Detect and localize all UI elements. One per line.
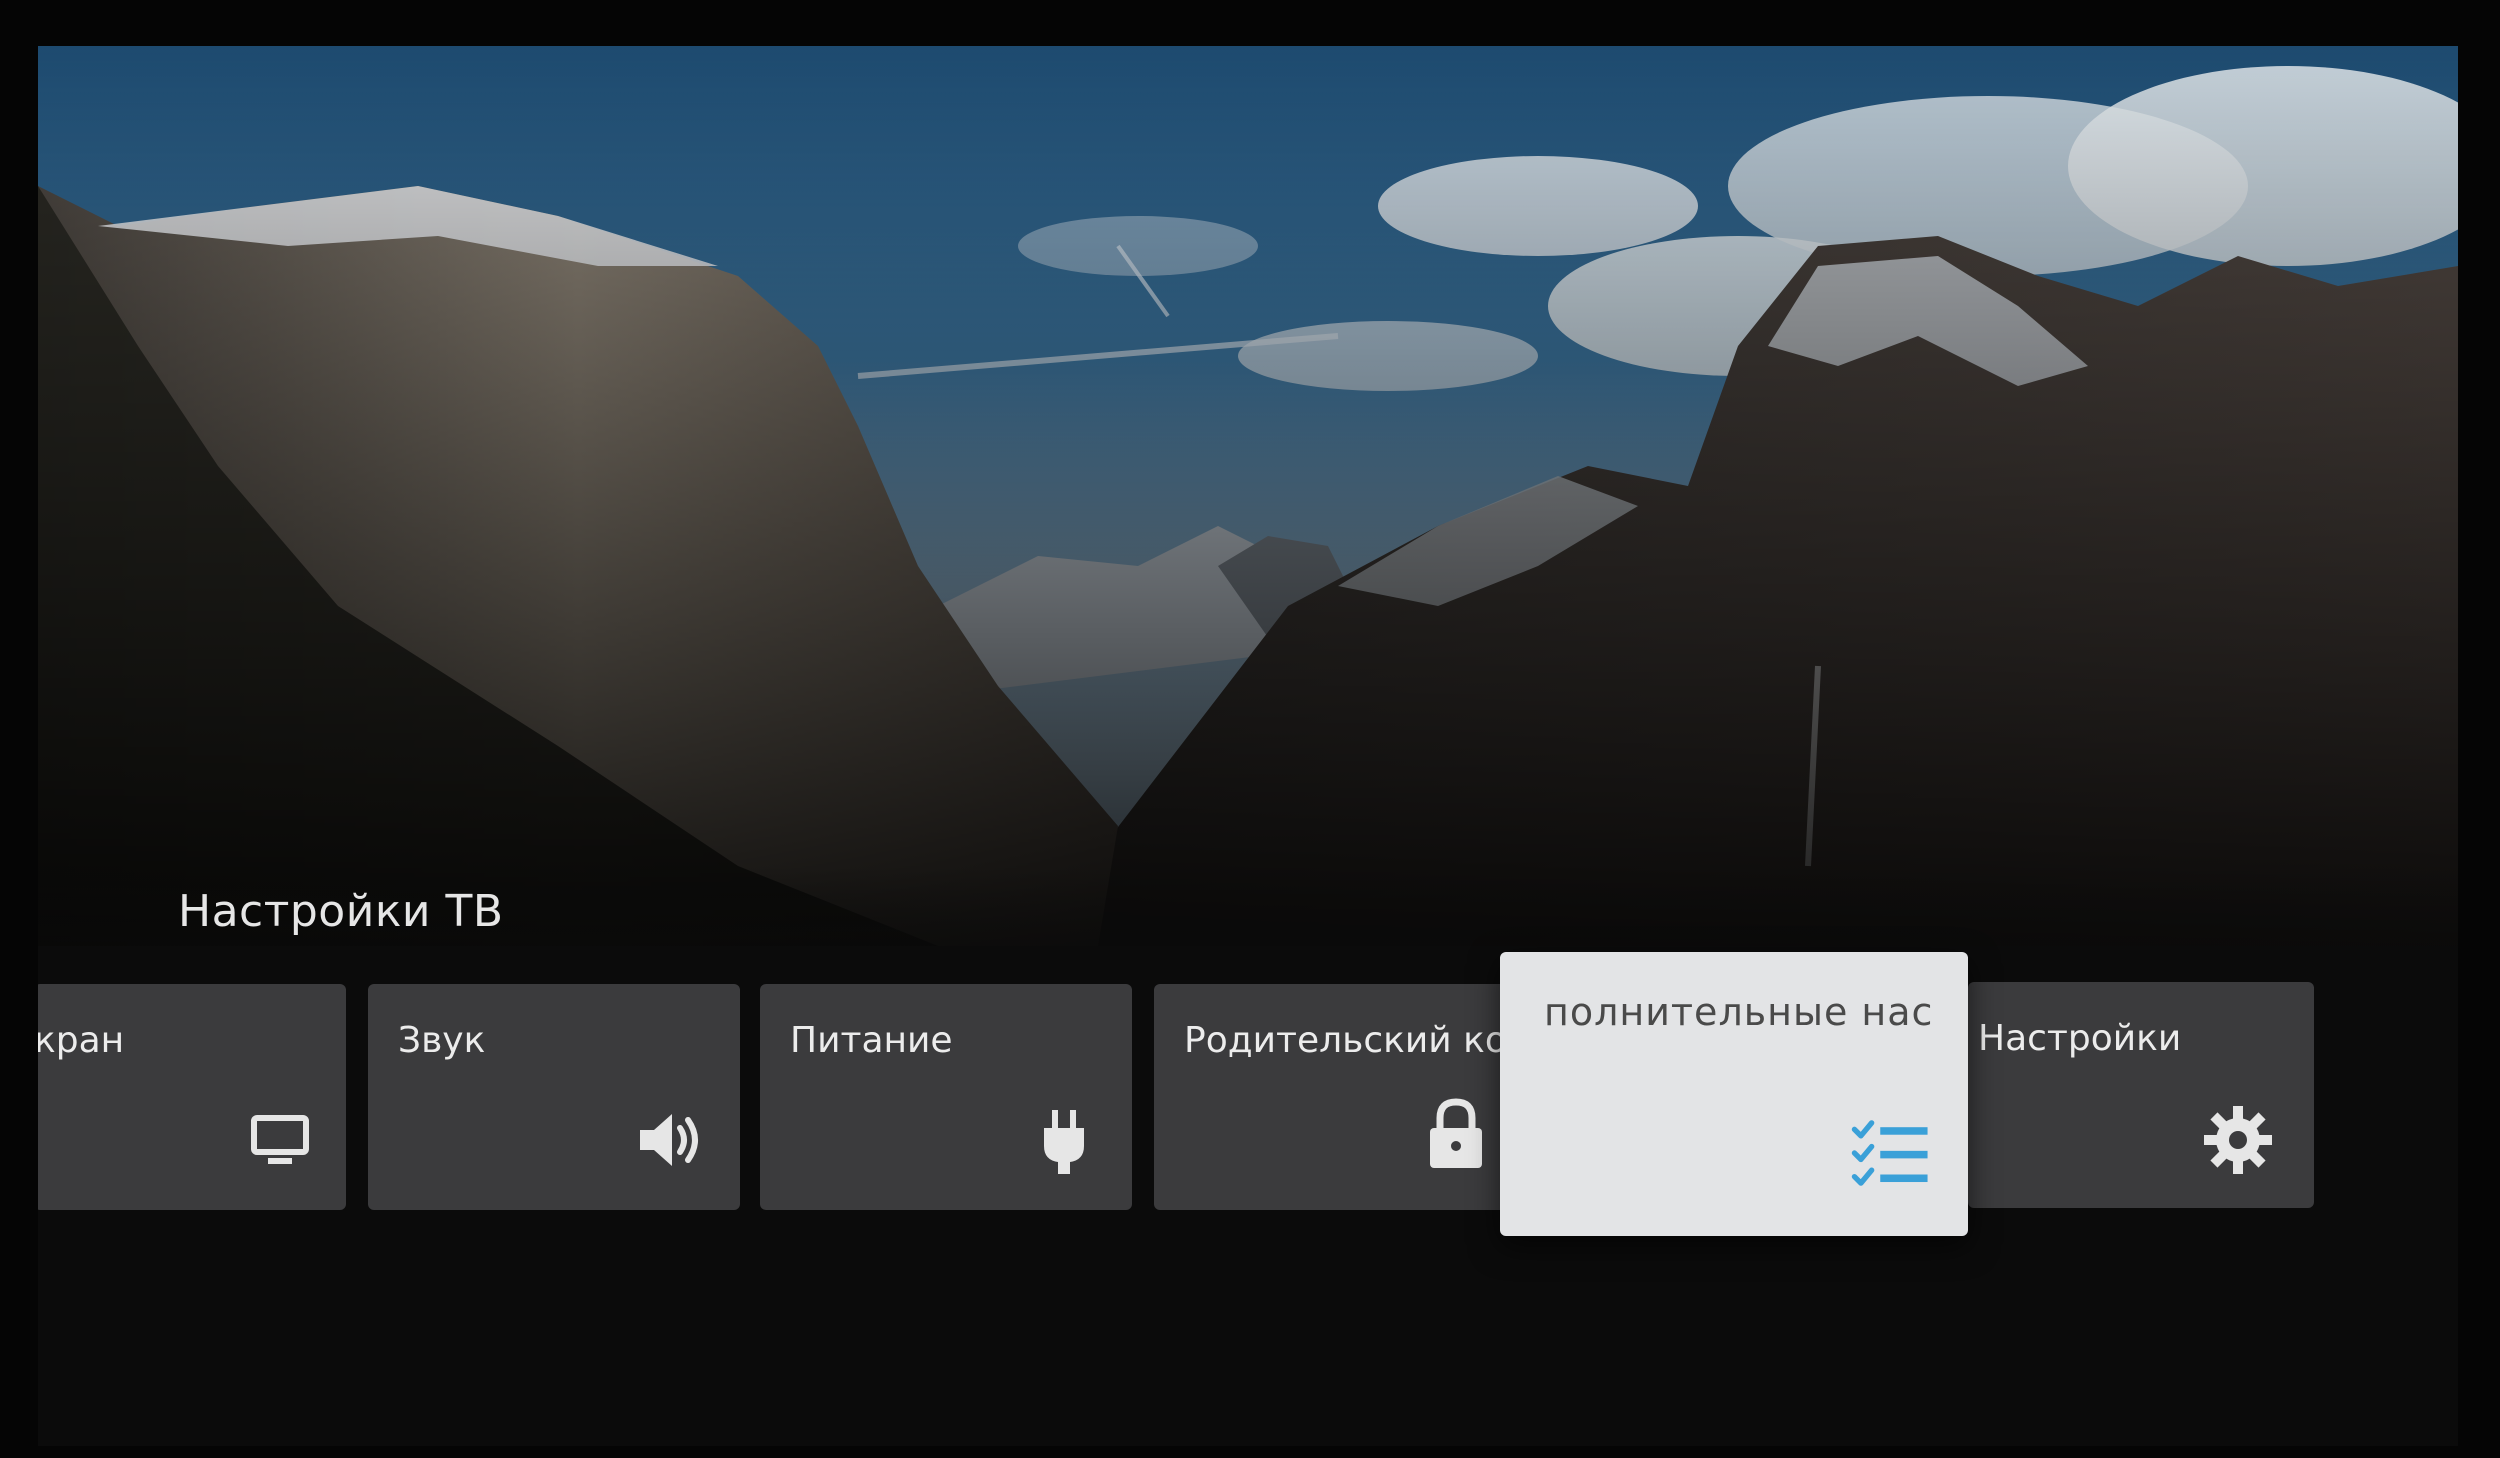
speaker-icon bbox=[640, 1114, 698, 1166]
card-power[interactable]: Питание bbox=[760, 984, 1132, 1210]
card-power-label: Питание bbox=[790, 1020, 953, 1061]
card-additional-settings-label: полнительные нас bbox=[1544, 990, 1934, 1034]
checklist-icon bbox=[1851, 1120, 1928, 1186]
monitor-icon bbox=[251, 1115, 309, 1164]
card-parental-control-label: Родительский ко.. bbox=[1184, 1020, 1526, 1061]
wallpaper-image bbox=[38, 46, 2458, 946]
card-sound[interactable]: Звук bbox=[368, 984, 740, 1210]
card-screen[interactable]: кран bbox=[38, 984, 346, 1210]
card-sound-label: Звук bbox=[398, 1020, 486, 1061]
card-settings-label: Настройки bbox=[1978, 1018, 2182, 1059]
card-settings[interactable]: Настройки bbox=[1968, 982, 2314, 1208]
tv-screen: Настройки ТВ кран Звук Питание Родительс… bbox=[38, 46, 2458, 1446]
card-parental-control[interactable]: Родительский ко.. bbox=[1154, 984, 1526, 1210]
section-title: Настройки ТВ bbox=[178, 886, 504, 937]
card-additional-settings[interactable]: полнительные нас bbox=[1500, 952, 1968, 1236]
gear-icon bbox=[2204, 1106, 2272, 1174]
power-plug-icon bbox=[1044, 1110, 1084, 1174]
lock-icon bbox=[1430, 1098, 1482, 1168]
card-screen-label: кран bbox=[38, 1020, 125, 1061]
